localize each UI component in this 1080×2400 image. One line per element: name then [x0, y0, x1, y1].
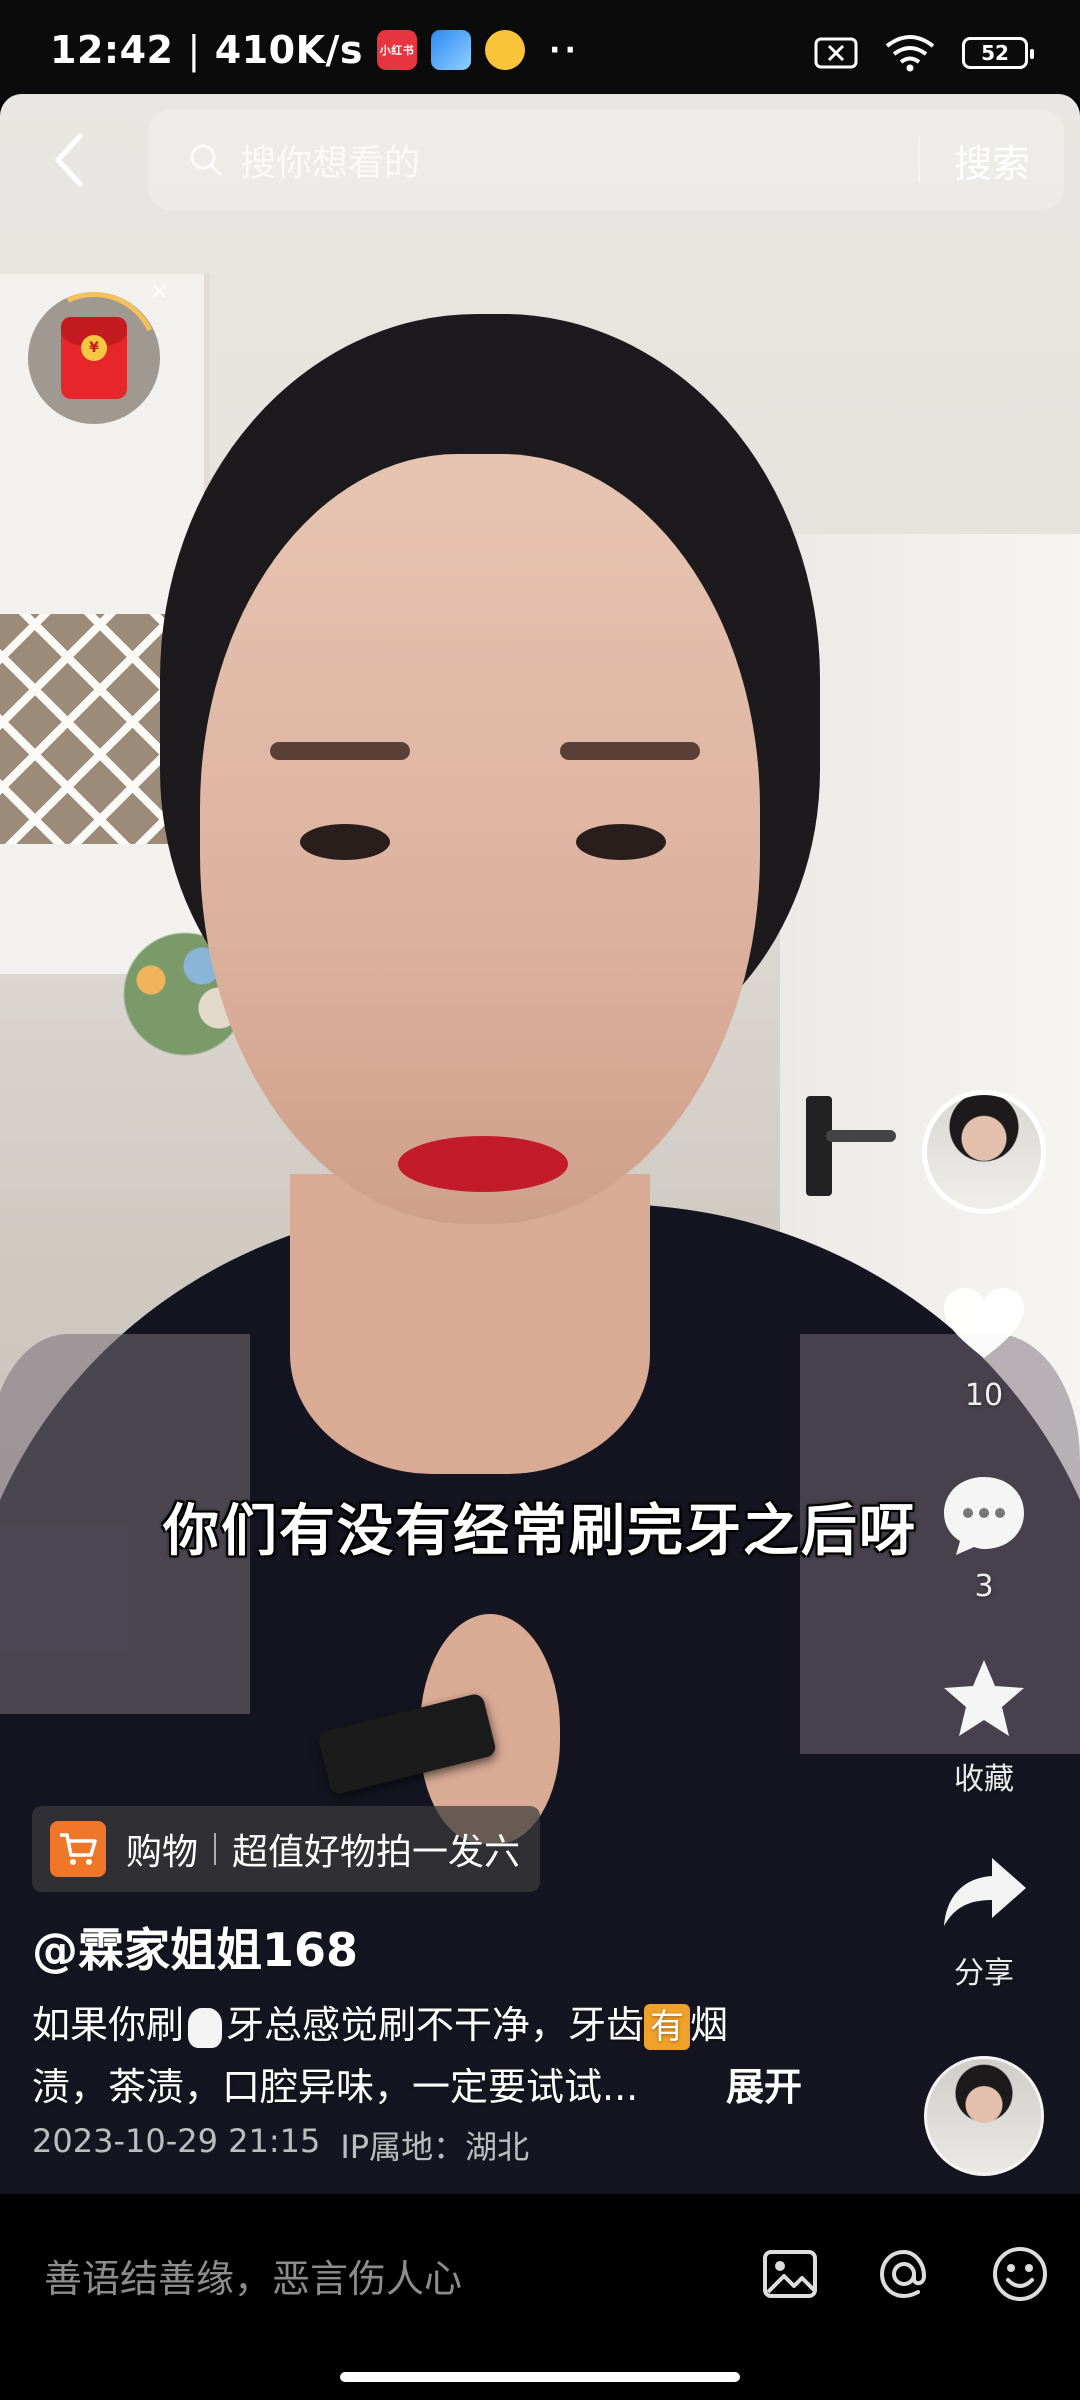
like-button[interactable]: 10 — [938, 1278, 1030, 1413]
post-meta: 2023-10-29 21:15 IP属地：湖北 — [32, 2122, 529, 2168]
eye-left — [300, 824, 390, 860]
post-caption[interactable]: 如果你刷 牙总感觉刷不干净，牙齿有烟 渍，茶渍，口腔异味，一定要试试... — [32, 1994, 832, 2118]
caption-text-1: 如果你刷 — [32, 2003, 185, 2047]
expand-caption-button[interactable]: 展开 — [726, 2056, 802, 2111]
image-icon[interactable] — [760, 2244, 820, 2304]
search-input[interactable]: 搜你想看的 — [240, 134, 918, 186]
author-name[interactable]: @霖家姐姐168 — [32, 1914, 358, 1980]
eyebrow-left — [270, 742, 410, 760]
caption-highlight-chip: 有 — [644, 2004, 691, 2050]
caption-text-3: 烟 — [690, 2003, 729, 2047]
author-avatar[interactable] — [922, 1090, 1046, 1214]
comment-count: 3 — [974, 1569, 994, 1604]
eyebrow-right — [560, 742, 700, 760]
heart-icon — [944, 1288, 1024, 1358]
home-indicator[interactable] — [340, 2372, 740, 2382]
search-divider — [917, 137, 920, 183]
at-mention-icon[interactable] — [874, 2244, 934, 2304]
back-chevron-icon[interactable] — [50, 130, 90, 190]
post-date: 2023-10-29 21:15 — [32, 2122, 321, 2160]
status-network-speed: 410K/s — [214, 28, 364, 72]
caption-text-line2: 渍，茶渍，口腔异味，一定要试试... — [32, 2065, 639, 2109]
ip-location: IP属地：湖北 — [340, 2128, 530, 2166]
caption-text-2: 牙总感觉刷不干净，牙齿 — [226, 2003, 645, 2047]
comment-bubble-icon — [944, 1477, 1024, 1555]
sim-blocked-icon — [814, 37, 858, 69]
close-icon[interactable]: ✕ — [150, 280, 168, 305]
search-bar[interactable]: 搜你想看的 搜索 — [148, 110, 1064, 210]
person-face — [200, 454, 760, 1224]
eye-right — [576, 824, 666, 860]
search-button[interactable]: 搜索 — [954, 133, 1030, 188]
battery-indicator: 52 — [962, 37, 1034, 69]
comment-input[interactable]: 善语结善缘，恶言伤人心 — [44, 2248, 462, 2303]
xiaohongshu-notification-icon: 小红书 — [377, 30, 418, 70]
tooth-emoji-icon — [188, 2007, 223, 2048]
favorite-button[interactable]: 收藏 — [938, 1654, 1030, 1798]
share-arrow-icon — [944, 1858, 1026, 1926]
emoji-icon[interactable] — [990, 2244, 1050, 2304]
wifi-icon — [885, 35, 935, 72]
status-separator: | — [187, 28, 201, 72]
search-icon — [190, 144, 222, 176]
status-right: 52 — [814, 34, 1034, 72]
door-handle — [806, 1096, 896, 1196]
status-bar: 12:42 | 410K/s 小红书 ·· 52 — [0, 0, 1080, 100]
share-button[interactable]: 分享 — [938, 1848, 1030, 1992]
like-count: 10 — [964, 1378, 1004, 1413]
shopping-separator — [214, 1833, 217, 1865]
app-notification-icon — [431, 30, 472, 70]
shopping-label: 购物 — [126, 1832, 199, 1873]
status-left: 12:42 | 410K/s 小红书 ·· — [50, 28, 580, 72]
shopping-tag[interactable]: 购物 超值好物拍一发六 — [32, 1806, 541, 1892]
shopping-cart-icon — [50, 1821, 106, 1877]
comment-bar: 善语结善缘，恶言伤人心 — [0, 2194, 1080, 2400]
comment-button[interactable]: 3 — [938, 1469, 1030, 1604]
music-disc-avatar[interactable] — [924, 2056, 1044, 2176]
favorite-label: 收藏 — [954, 1762, 1014, 1797]
shopping-description: 超值好物拍一发六 — [232, 1832, 521, 1873]
weibo-notification-icon — [485, 30, 526, 70]
lips — [398, 1136, 568, 1192]
right-action-rail: 10 3 收藏 分享 — [904, 1090, 1064, 2176]
share-label: 分享 — [954, 1956, 1014, 1991]
status-time: 12:42 — [50, 28, 174, 72]
more-notifications-dots: ·· — [549, 32, 580, 68]
star-icon — [944, 1660, 1024, 1736]
